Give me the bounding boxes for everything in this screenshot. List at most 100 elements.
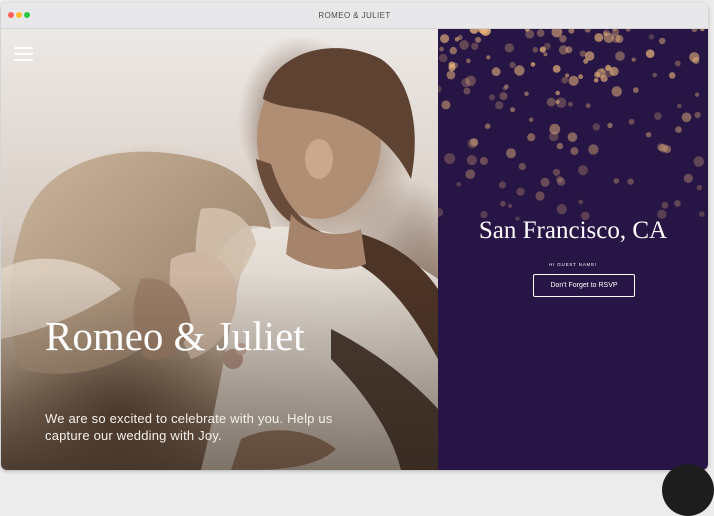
bokeh-dot xyxy=(556,175,563,183)
bokeh-dot xyxy=(674,60,681,67)
bokeh-dot xyxy=(532,47,539,53)
bokeh-dot xyxy=(593,78,599,83)
bokeh-dot xyxy=(633,87,639,93)
event-location: San Francisco, CA xyxy=(478,217,668,244)
bokeh-dot xyxy=(471,42,479,50)
bokeh-dot xyxy=(645,132,652,138)
bokeh-dot xyxy=(615,51,625,61)
bokeh-dot xyxy=(508,203,512,208)
bokeh-dot xyxy=(536,29,545,37)
bokeh-dot xyxy=(693,156,705,167)
bokeh-dot xyxy=(439,46,444,52)
bokeh-dot xyxy=(502,86,508,91)
bokeh-dot xyxy=(518,162,526,171)
bokeh-dot xyxy=(578,199,583,205)
bokeh-dot xyxy=(543,52,548,57)
bokeh-dot xyxy=(466,58,471,64)
bokeh-dot xyxy=(475,36,482,43)
bokeh-dot xyxy=(491,67,501,77)
bokeh-dot xyxy=(659,143,668,153)
bokeh-dot xyxy=(524,91,529,97)
bokeh-dot xyxy=(555,99,560,104)
bokeh-dot xyxy=(691,29,698,33)
bokeh-dot xyxy=(509,61,516,68)
bokeh-dot xyxy=(675,126,682,133)
event-details-panel: San Francisco, CA HI GUEST NAME! Don't F… xyxy=(438,29,708,470)
bokeh-dot xyxy=(552,65,561,73)
bokeh-dot xyxy=(627,178,634,185)
welcome-tagline: We are so excited to celebrate with you.… xyxy=(45,411,333,443)
bokeh-dot xyxy=(466,155,477,166)
bokeh-dot xyxy=(488,94,496,101)
bokeh-dot xyxy=(498,181,506,189)
bokeh-dot xyxy=(540,177,550,187)
bokeh-dot xyxy=(568,101,573,107)
bokeh-dot xyxy=(648,34,654,40)
bokeh-dot xyxy=(525,29,535,39)
bokeh-dot xyxy=(631,57,636,62)
bokeh-dot xyxy=(654,112,662,120)
bokeh-dot xyxy=(504,43,514,53)
chat-launcher-button[interactable] xyxy=(662,464,714,516)
bokeh-dot xyxy=(695,92,700,97)
bokeh-dot xyxy=(479,156,488,165)
bokeh-dot xyxy=(604,67,614,78)
bokeh-dot xyxy=(439,53,448,63)
bokeh-dot xyxy=(514,65,525,76)
bokeh-dot xyxy=(592,123,600,131)
bokeh-dot xyxy=(438,85,442,93)
window-titlebar: ROMEO & JULIET xyxy=(1,3,708,29)
bokeh-dot xyxy=(465,169,475,179)
bokeh-dot xyxy=(565,73,570,78)
bokeh-dot xyxy=(584,51,595,61)
bokeh-dot xyxy=(584,29,591,33)
bokeh-dot xyxy=(486,55,491,60)
bokeh-dot xyxy=(552,168,561,176)
bokeh-dot xyxy=(454,37,460,42)
bokeh-dot xyxy=(470,138,479,147)
bokeh-dot xyxy=(594,33,604,42)
bokeh-dot xyxy=(661,201,669,209)
bokeh-dot xyxy=(625,29,631,32)
bokeh-dot xyxy=(659,37,666,45)
bokeh-dot xyxy=(444,153,456,165)
bokeh-dot xyxy=(530,62,536,67)
bokeh-dot xyxy=(694,111,701,119)
bokeh-dot xyxy=(645,49,655,58)
rsvp-button[interactable]: Don't Forget to RSVP xyxy=(533,274,635,297)
bokeh-dot xyxy=(499,92,508,101)
bokeh-dot xyxy=(628,118,635,125)
bokeh-dot xyxy=(510,107,516,113)
bokeh-dot xyxy=(469,29,479,34)
bokeh-dot xyxy=(438,208,444,217)
bokeh-dot xyxy=(681,112,692,123)
bokeh-dot xyxy=(549,131,559,142)
bokeh-dot xyxy=(568,29,575,34)
bokeh-dot xyxy=(446,70,456,80)
bokeh-dot xyxy=(677,103,682,109)
bokeh-dot xyxy=(588,144,599,155)
hamburger-menu-icon[interactable] xyxy=(14,46,33,62)
bokeh-dot xyxy=(539,46,546,53)
bokeh-dot xyxy=(668,72,676,79)
bokeh-dot xyxy=(567,132,578,142)
bokeh-dot xyxy=(449,46,457,55)
bokeh-dot xyxy=(484,123,491,129)
bokeh-dot xyxy=(535,191,545,201)
bokeh-lights-decoration xyxy=(438,29,705,221)
bokeh-dot xyxy=(652,72,657,78)
bokeh-dot xyxy=(613,178,620,184)
bokeh-dot xyxy=(556,142,564,150)
bokeh-dot xyxy=(700,29,705,32)
bokeh-dot xyxy=(516,187,525,196)
bokeh-dot xyxy=(546,97,556,107)
bokeh-dot xyxy=(603,32,614,43)
bokeh-dot xyxy=(561,76,568,84)
bokeh-dot xyxy=(555,90,560,96)
bokeh-dot xyxy=(689,52,700,63)
bokeh-dot xyxy=(527,133,536,142)
bokeh-dot xyxy=(441,100,451,110)
wedding-site: Romeo & Juliet We are so excited to cele… xyxy=(1,29,708,470)
bokeh-dot xyxy=(559,35,567,43)
bokeh-dot xyxy=(506,148,516,159)
